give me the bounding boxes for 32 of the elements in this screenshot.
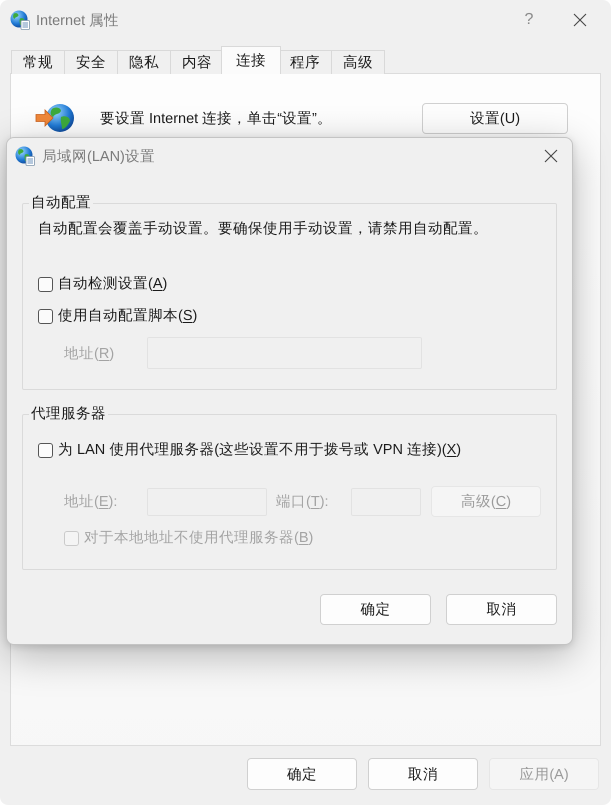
checkbox[interactable] [38,276,53,292]
group-title: 代理服务器 [30,405,107,424]
tab[interactable]: 程序 [278,50,332,74]
tab[interactable]: 常规 [11,50,65,74]
settings-button[interactable]: 设置(U) [422,102,568,134]
dialog-title: 局域网(LAN)设置 [42,148,155,166]
dialog-button[interactable]: 取消 [368,758,478,790]
checkbox-label[interactable]: 为 LAN 使用代理服务器(这些设置不用于拨号或 VPN 连接)(X) [58,440,462,460]
checkbox-label[interactable]: 自动检测设置(A) [58,274,168,294]
port-label: 端口(T): [276,493,330,511]
description-text: 自动配置会覆盖手动设置。要确保使用手动设置，请禁用自动配置。 [38,220,489,239]
tab[interactable]: 高级 [331,50,385,74]
dialog-button[interactable]: 确定 [247,758,357,790]
field-label: 地址(R) [64,344,116,362]
address-label: 地址(E): [64,493,118,511]
close-icon[interactable] [573,13,587,27]
tab[interactable]: 安全 [64,50,118,74]
globe-icon [10,10,30,30]
checkbox[interactable] [38,442,53,458]
instruction-text: 要设置 Internet 连接，单击“设置”。 [100,110,332,128]
globe-icon [15,146,35,166]
tab[interactable]: 连接 [221,46,281,74]
checkbox[interactable] [38,308,53,324]
window-title: Internet 属性 [36,12,120,30]
dialog-button[interactable]: 取消 [446,594,557,625]
tab[interactable]: 内容 [170,50,224,74]
globe-arrow-icon [35,102,75,134]
dialog-button[interactable]: 确定 [320,594,431,625]
group-title: 自动配置 [30,194,92,213]
close-icon[interactable] [544,149,558,163]
checkbox-label[interactable]: 使用自动配置脚本(S) [58,306,198,326]
tab[interactable]: 隐私 [117,50,171,74]
